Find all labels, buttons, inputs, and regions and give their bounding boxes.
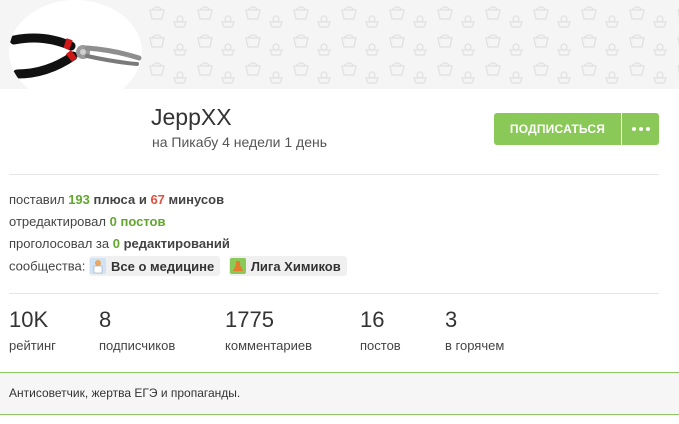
stat-hot[interactable]: 3 в горячем [445,307,505,354]
divider [9,293,659,294]
communities-row: сообщества: Все о медицине Лига Химиков [9,256,352,276]
member-since: на Пикабу 4 недели 1 день [152,134,328,150]
edited-count: 0 [109,214,117,229]
stat-comments[interactable]: 1775 комментариев [225,307,313,354]
stat-label: рейтинг [9,338,56,353]
avatar[interactable] [9,0,142,104]
more-dots-icon [630,127,651,131]
stat-value: 3 [445,307,458,332]
stat-rating: 10K рейтинг [9,307,56,354]
stat-value: 1775 [225,307,274,332]
community-chip-medicine[interactable]: Все о медицине [89,256,221,276]
more-options-button[interactable] [622,113,659,145]
divider [9,174,659,175]
pliers-image [9,33,142,79]
username: JeppXX [151,104,232,130]
stat-label: постов [360,338,401,353]
edited-summary: отредактировал 0 постов [9,214,166,229]
stat-value: 10K [9,307,49,332]
community-name: Все о медицине [111,258,215,274]
stat-posts[interactable]: 16 постов [360,307,401,354]
stat-label: комментариев [225,338,313,353]
plus-count: 193 [68,192,90,207]
chemistry-community-icon [229,258,246,274]
about-section: Антисоветчик, жертва ЕГЭ и пропаганды. [0,372,679,415]
stat-value: 8 [99,307,112,332]
stat-label: подписчиков [99,338,176,353]
stat-value: 16 [360,307,385,332]
subscribe-button[interactable]: ПОДПИСАТЬСЯ [494,113,621,145]
community-name: Лига Химиков [250,258,341,274]
community-chip-chemistry[interactable]: Лига Химиков [228,256,347,276]
communities-label: сообщества: [9,258,86,274]
votes-summary: поставил 193 плюса и 67 минусов [9,192,225,207]
voted-count: 0 [112,236,120,251]
about-text: Антисоветчик, жертва ЕГЭ и пропаганды. [9,386,241,400]
stat-subscribers[interactable]: 8 подписчиков [99,307,176,354]
minus-count: 67 [150,192,165,207]
medicine-community-icon [90,258,107,274]
voted-summary: проголосовал за 0 редактирований [9,236,230,251]
stat-label: в горячем [445,338,505,353]
